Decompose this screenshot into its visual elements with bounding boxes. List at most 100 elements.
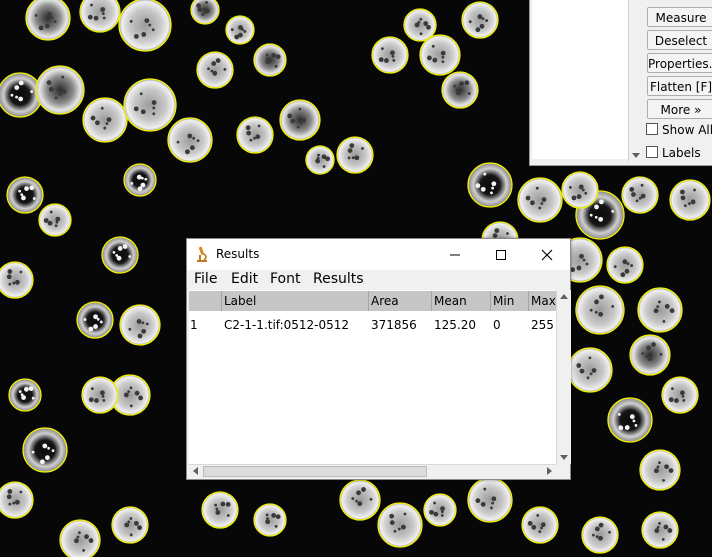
- column-header-max[interactable]: Max: [529, 291, 556, 311]
- cell-texture: [61, 89, 67, 94]
- scroll-down-icon[interactable]: [632, 153, 640, 158]
- scroll-left-icon[interactable]: [193, 467, 198, 475]
- cell-roi[interactable]: [467, 162, 513, 208]
- cell-roi[interactable]: [119, 304, 161, 346]
- cell-roi[interactable]: [82, 97, 128, 143]
- cell-roi[interactable]: [521, 506, 559, 544]
- cell-roi[interactable]: [467, 477, 513, 523]
- cell-roi[interactable]: [567, 347, 613, 393]
- column-header-label[interactable]: Label: [222, 291, 369, 311]
- cell-roi[interactable]: [25, 0, 71, 41]
- cell-roi[interactable]: [441, 71, 479, 109]
- results-table[interactable]: Label Area Mean Min Max 1 C2-1-1.tif:051…: [189, 290, 556, 464]
- cell-roi[interactable]: [253, 503, 287, 537]
- cell-roi[interactable]: [38, 203, 72, 237]
- roi-list-scrollbar[interactable]: [628, 0, 644, 161]
- cell-roi[interactable]: [336, 136, 374, 174]
- cell-roi[interactable]: [81, 376, 119, 414]
- cell-roi[interactable]: [517, 177, 563, 223]
- column-header-mean[interactable]: Mean: [432, 291, 491, 311]
- cell-texture: [640, 193, 646, 199]
- cell-texture: [274, 524, 278, 528]
- cell-roi[interactable]: [123, 163, 157, 197]
- cell-roi[interactable]: [371, 36, 409, 74]
- cell-roi[interactable]: [253, 43, 287, 77]
- cell-roi[interactable]: [561, 171, 599, 209]
- cell-roi[interactable]: [0, 72, 43, 118]
- cell-texture: [144, 18, 150, 23]
- cell-roi[interactable]: [305, 145, 335, 175]
- labels-checkbox[interactable]: Labels: [646, 146, 701, 160]
- more-button[interactable]: More »: [647, 99, 712, 119]
- cell-roi[interactable]: [629, 334, 671, 376]
- horizontal-scroll-thumb[interactable]: [203, 466, 427, 477]
- horizontal-scrollbar[interactable]: [189, 464, 556, 479]
- cell-roi[interactable]: [35, 65, 85, 115]
- checkbox-icon[interactable]: [646, 123, 658, 135]
- cell-roi[interactable]: [575, 285, 625, 335]
- cell-roi[interactable]: [581, 516, 619, 554]
- column-header-area[interactable]: Area: [369, 291, 432, 311]
- cell-roi[interactable]: [607, 397, 653, 443]
- cell-texture: [594, 299, 599, 305]
- cell-roi[interactable]: [236, 116, 274, 154]
- cell-roi[interactable]: [196, 51, 234, 89]
- close-button[interactable]: [524, 239, 570, 270]
- close-icon: [541, 249, 553, 260]
- cell-roi[interactable]: [641, 511, 679, 549]
- cell-roi[interactable]: [621, 176, 659, 214]
- cell-roi[interactable]: [101, 236, 139, 274]
- cell-roi[interactable]: [123, 78, 177, 132]
- cell-roi[interactable]: [59, 519, 101, 557]
- cell-roi[interactable]: [403, 8, 437, 42]
- cell-roi[interactable]: [167, 117, 213, 163]
- cell-texture: [187, 133, 193, 139]
- cell-roi[interactable]: [377, 502, 423, 548]
- deselect-button[interactable]: Deselect: [647, 30, 712, 50]
- cell-roi[interactable]: [423, 493, 457, 527]
- cell-texture: [640, 183, 644, 187]
- cell-roi[interactable]: [0, 261, 34, 299]
- cell-roi[interactable]: [669, 179, 711, 221]
- cell-roi[interactable]: [461, 1, 499, 39]
- column-header-min[interactable]: Min: [491, 291, 529, 311]
- cell-roi[interactable]: [637, 287, 683, 333]
- cell-roi[interactable]: [639, 449, 681, 491]
- checkbox-icon[interactable]: [646, 146, 658, 158]
- cell-roi[interactable]: [606, 246, 644, 284]
- menu-file[interactable]: File: [194, 271, 217, 287]
- scroll-up-icon[interactable]: [560, 294, 568, 299]
- roi-list[interactable]: [532, 0, 631, 159]
- cell-texture: [611, 209, 615, 213]
- menu-font[interactable]: Font: [270, 271, 300, 287]
- scroll-down-icon[interactable]: [560, 455, 568, 460]
- scroll-right-icon[interactable]: [547, 467, 552, 475]
- menu-edit[interactable]: Edit: [231, 271, 258, 287]
- cell-roi[interactable]: [339, 479, 381, 521]
- cell-roi[interactable]: [661, 376, 699, 414]
- vertical-scrollbar[interactable]: [556, 290, 571, 464]
- cell-roi[interactable]: [8, 378, 42, 412]
- cell-roi[interactable]: [279, 99, 321, 141]
- minimize-button[interactable]: [432, 239, 478, 270]
- title-bar[interactable]: Results: [187, 239, 570, 270]
- show-all-checkbox[interactable]: Show All: [646, 123, 712, 137]
- cell-roi[interactable]: [201, 491, 239, 529]
- cell-roi[interactable]: [0, 481, 34, 519]
- cell-roi[interactable]: [22, 427, 68, 473]
- maximize-button[interactable]: [478, 239, 524, 270]
- cell-roi[interactable]: [111, 506, 149, 544]
- properties-button[interactable]: Properties...: [647, 53, 712, 73]
- cell-roi[interactable]: [225, 15, 255, 45]
- cell-roi[interactable]: [6, 176, 44, 214]
- cell-roi[interactable]: [76, 301, 114, 339]
- menu-results[interactable]: Results: [313, 271, 364, 287]
- cell-roi[interactable]: [118, 0, 172, 52]
- column-header-index[interactable]: [189, 291, 222, 311]
- cell-roi[interactable]: [419, 34, 461, 76]
- cell-texture: [274, 64, 278, 68]
- cell-texture: [50, 16, 54, 20]
- cell-texture: [579, 253, 584, 259]
- measure-button[interactable]: Measure: [647, 7, 712, 27]
- flatten-button[interactable]: Flatten [F]: [647, 76, 712, 96]
